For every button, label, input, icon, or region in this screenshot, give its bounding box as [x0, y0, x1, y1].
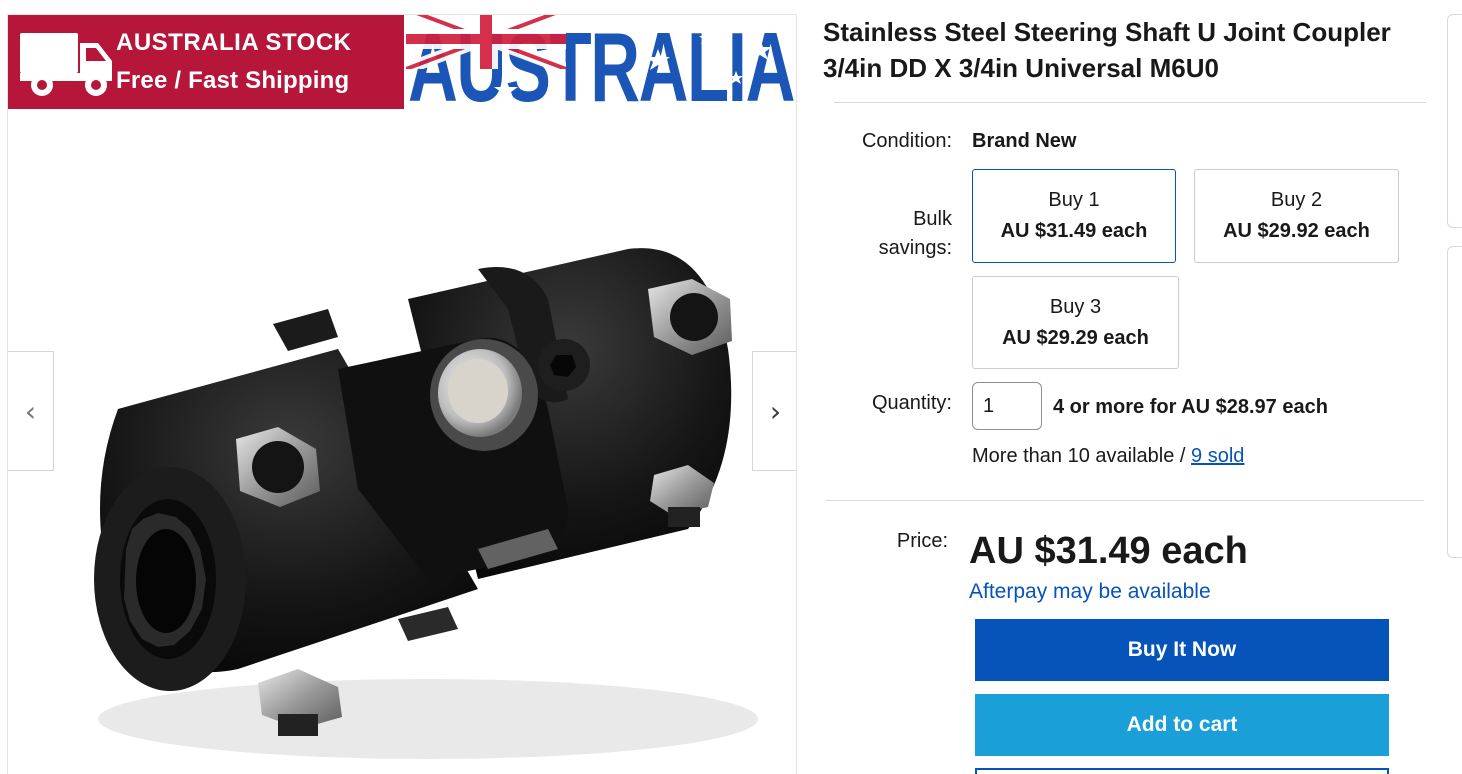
truck-icon: [20, 33, 112, 96]
gallery-next-button[interactable]: ›: [752, 351, 796, 471]
add-to-cart-button[interactable]: Add to cart: [975, 694, 1389, 756]
shipping-badge: AUSTRALIA STOCK Free / Fast Shipping: [8, 15, 404, 109]
gallery-prev-button[interactable]: ‹: [8, 351, 54, 471]
quantity-label: Quantity:: [871, 392, 952, 414]
sold-count-link[interactable]: 9 sold: [1191, 445, 1244, 467]
quantity-input[interactable]: [972, 382, 1042, 430]
image-gallery: AUSTRALIA STOCK Free / Fast Shipping AUS…: [7, 14, 797, 774]
chevron-left-icon: ‹: [24, 394, 37, 428]
bulk-option-buy-2[interactable]: Buy 2 AU $29.92 each: [1194, 169, 1399, 263]
bulk-label-line2: savings:: [878, 237, 952, 259]
stock-label: AUSTRALIA STOCK: [116, 29, 352, 56]
buy-it-now-button[interactable]: Buy It Now: [975, 619, 1389, 681]
listing-title: Stainless Steel Steering Shaft U Joint C…: [823, 17, 1391, 83]
side-panel-top: [1447, 14, 1462, 228]
afterpay-link[interactable]: Afterpay may be available: [969, 580, 1211, 604]
bulk-option-price: AU $31.49 each: [1000, 220, 1148, 242]
price-divider: [826, 500, 1424, 501]
bulk-option-qty: Buy 2: [1270, 189, 1323, 211]
chevron-right-icon: ›: [769, 394, 782, 428]
condition-value: Brand New: [972, 130, 1077, 152]
promo-banner: AUSTRALIA STOCK Free / Fast Shipping AUS…: [8, 15, 796, 109]
australia-flag-wordmark: AUSTRALIA: [406, 15, 796, 109]
price-value: AU $31.49 each: [969, 530, 1248, 572]
condition-label: Condition:: [861, 130, 952, 152]
price-label: Price:: [896, 530, 948, 552]
title-divider: [834, 102, 1426, 103]
bulk-savings-label: Bulk savings:: [830, 205, 952, 263]
bulk-label-line1: Bulk: [913, 208, 952, 230]
side-panel-bottom: [1447, 246, 1462, 558]
bulk-option-qty: Buy 3: [1049, 296, 1102, 318]
shipping-label: Free / Fast Shipping: [116, 67, 350, 94]
availability-text: More than 10 available /: [972, 445, 1186, 467]
product-photo[interactable]: [8, 109, 797, 774]
bulk-option-price: AU $29.92 each: [1223, 220, 1370, 242]
quantity-discount-note: 4 or more for AU $28.97 each: [1053, 396, 1328, 418]
bulk-option-price: AU $29.29 each: [1002, 327, 1149, 349]
bulk-option-qty: Buy 1: [1048, 189, 1100, 211]
bulk-option-buy-1[interactable]: Buy 1 AU $31.49 each: [972, 169, 1176, 263]
bulk-option-buy-3[interactable]: Buy 3 AU $29.29 each: [972, 276, 1179, 369]
secondary-action-button[interactable]: [975, 768, 1389, 774]
availability: More than 10 available / 9 sold: [972, 445, 1244, 468]
